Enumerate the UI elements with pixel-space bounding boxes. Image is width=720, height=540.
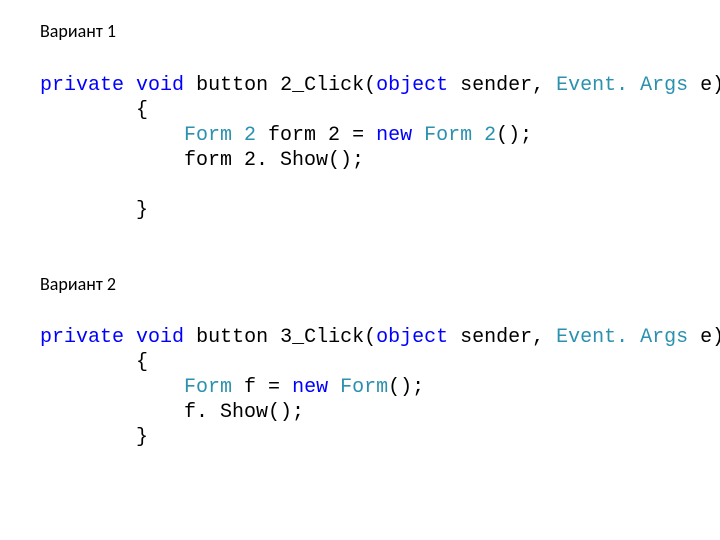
code-line: form 2. Show(); [40, 148, 720, 173]
code-line: { [40, 350, 720, 375]
text-token: e) [688, 326, 720, 349]
keyword-token: object [376, 326, 448, 349]
keyword-token: void [136, 74, 184, 97]
text-token [412, 124, 424, 147]
code-line: private void button 2_Click(object sende… [40, 73, 720, 98]
keyword-token: private [40, 74, 124, 97]
code-line: Form f = new Form(); [40, 375, 720, 400]
document-page: Вариант 1 private void button 2_Click(ob… [0, 0, 720, 450]
text-token: f = [232, 376, 292, 399]
code-block-2: private void button 3_Click(object sende… [40, 325, 720, 450]
text-token: sender, [448, 74, 556, 97]
code-block-1: private void button 2_Click(object sende… [40, 73, 720, 223]
type-token: Event. Args [556, 74, 688, 97]
keyword-token: object [376, 74, 448, 97]
heading-variant-2: Вариант 2 [40, 273, 720, 296]
type-token: Form 2 [184, 124, 256, 147]
text-token: (); [496, 124, 532, 147]
text-token [328, 376, 340, 399]
keyword-token: new [292, 376, 328, 399]
type-token: Form [184, 376, 232, 399]
type-token: Form 2 [424, 124, 496, 147]
code-line: private void button 3_Click(object sende… [40, 325, 720, 350]
text-token: e) [688, 74, 720, 97]
text-token: button 3_Click( [196, 326, 376, 349]
text-token [184, 74, 196, 97]
text-token: form 2 = [256, 124, 376, 147]
keyword-token: new [376, 124, 412, 147]
text-token: { [40, 351, 148, 374]
text-token: form 2. Show(); [40, 149, 364, 172]
text-token: f. Show(); [40, 401, 304, 424]
text-token: button 2_Click( [196, 74, 376, 97]
heading-variant-1: Вариант 1 [40, 20, 720, 43]
code-line: f. Show(); [40, 400, 720, 425]
text-token: sender, [448, 326, 556, 349]
text-token [40, 174, 52, 197]
type-token: Form [340, 376, 388, 399]
code-line: { [40, 98, 720, 123]
text-token [124, 74, 136, 97]
type-token: Event. Args [556, 326, 688, 349]
keyword-token: void [136, 326, 184, 349]
code-line: Form 2 form 2 = new Form 2(); [40, 123, 720, 148]
code-line: } [40, 425, 720, 450]
text-token: { [40, 99, 148, 122]
text-token: } [40, 199, 148, 222]
text-token [124, 326, 136, 349]
text-token [40, 376, 184, 399]
text-token [184, 326, 196, 349]
text-token: } [40, 426, 148, 449]
code-line [40, 173, 720, 198]
text-token: (); [388, 376, 424, 399]
code-line: } [40, 198, 720, 223]
text-token [40, 124, 184, 147]
keyword-token: private [40, 326, 124, 349]
